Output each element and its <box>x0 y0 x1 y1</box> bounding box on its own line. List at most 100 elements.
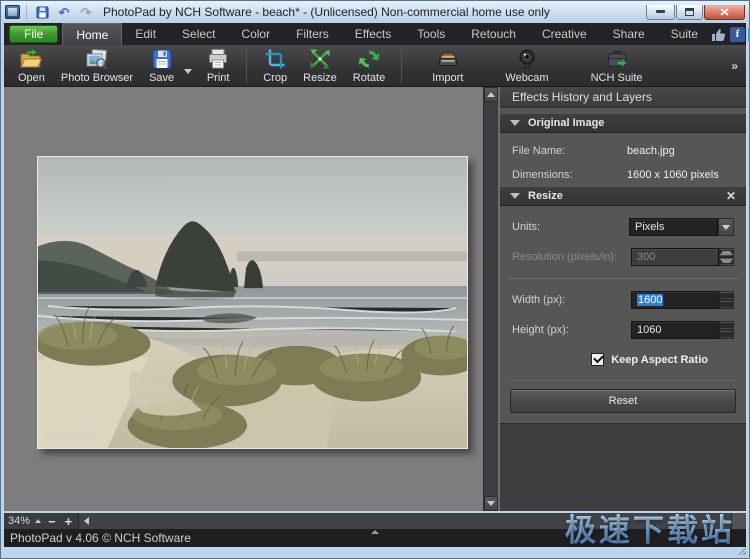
overflow-chevrons: » <box>731 59 738 73</box>
close-resize-button[interactable]: ✕ <box>726 189 736 203</box>
redo-button[interactable]: ↷ <box>77 4 95 21</box>
save-dropdown-button[interactable] <box>182 57 196 74</box>
save-floppy-icon <box>36 6 49 19</box>
tab-label: Suite <box>671 27 698 41</box>
tab-color[interactable]: Color <box>228 23 283 45</box>
toolbar-overflow-button[interactable]: » <box>731 59 740 73</box>
units-dropdown[interactable]: Pixels <box>629 218 734 236</box>
tab-effects[interactable]: Effects <box>342 23 404 45</box>
spin-up-button <box>719 248 734 257</box>
spin-up-button[interactable] <box>719 321 734 330</box>
crop-icon <box>263 47 287 71</box>
height-spinner[interactable] <box>719 321 734 339</box>
tab-home[interactable]: Home <box>62 23 122 45</box>
keep-aspect-checkbox[interactable] <box>591 353 604 366</box>
scroll-down-button[interactable] <box>484 496 498 511</box>
keep-aspect-row[interactable]: Keep Aspect Ratio <box>591 353 734 366</box>
tab-creative[interactable]: Creative <box>529 23 600 45</box>
resize-title: Resize <box>528 190 563 202</box>
undo-button[interactable]: ↶ <box>55 4 73 21</box>
height-label: Height (px): <box>512 324 627 336</box>
image-canvas[interactable] <box>4 87 483 511</box>
tab-label: Effects <box>355 27 391 41</box>
arrow-down-icon <box>720 302 733 307</box>
scroll-up-button[interactable] <box>484 87 498 102</box>
resolution-value: 300 <box>637 251 655 263</box>
panel-header: Effects History and Layers <box>500 87 746 108</box>
save-button[interactable]: Save <box>141 46 182 86</box>
height-stepper[interactable]: 1060 <box>631 321 734 339</box>
import-button[interactable]: Import <box>424 46 471 86</box>
dimensions-value: 1600 x 1060 pixels <box>627 169 719 181</box>
tab-filters[interactable]: Filters <box>283 23 342 45</box>
width-value-selected: 1600 <box>637 294 663 306</box>
original-image-title: Original Image <box>528 117 604 129</box>
resolution-stepper: 300 <box>631 248 734 266</box>
photo-browser-button[interactable]: Photo Browser <box>53 46 141 86</box>
toolbar-right-group: Import Webcam NCH Sui <box>424 46 650 86</box>
zoom-in-button[interactable]: + <box>63 515 75 528</box>
zoom-menu-icon[interactable] <box>35 519 41 523</box>
maximize-button[interactable] <box>676 5 703 20</box>
save-label: Save <box>149 72 174 84</box>
close-button[interactable] <box>704 5 745 20</box>
photo-browser-label: Photo Browser <box>61 72 133 84</box>
spin-down-button[interactable] <box>719 330 734 339</box>
collapse-triangle-icon <box>510 120 520 126</box>
open-folder-icon <box>19 47 43 71</box>
crop-button[interactable]: Crop <box>255 46 295 86</box>
tab-retouch[interactable]: Retouch <box>458 23 529 45</box>
resize-grip[interactable] <box>738 547 746 555</box>
units-dropdown-button[interactable] <box>718 218 734 236</box>
title-bar[interactable]: ↶ ↷ PhotoPad by NCH Software - beach* - … <box>1 1 749 23</box>
beach-photo-rendering <box>38 157 467 448</box>
app-icon[interactable] <box>5 5 20 19</box>
statusbar-collapse-handle[interactable] <box>371 530 379 534</box>
arrow-down-icon <box>720 259 733 264</box>
undo-icon: ↶ <box>59 6 70 19</box>
tab-share[interactable]: Share <box>600 23 658 45</box>
zoom-control: 34% − + <box>4 513 79 529</box>
open-button[interactable]: Open <box>10 46 53 86</box>
original-image-section-header[interactable]: Original Image <box>500 113 746 133</box>
site-watermark: 极速下载站 <box>565 505 735 550</box>
dimensions-label: Dimensions: <box>512 169 627 181</box>
minimize-button[interactable] <box>646 5 675 20</box>
width-stepper[interactable]: 1600 <box>631 291 734 309</box>
file-name-row: File Name: beach.jpg <box>500 145 746 157</box>
social-links: f G+ in ? <box>711 23 750 45</box>
spin-up-button[interactable] <box>719 291 734 300</box>
zoom-level-value[interactable]: 34% <box>8 515 30 527</box>
tab-tools[interactable]: Tools <box>404 23 458 45</box>
print-button[interactable]: Print <box>198 46 238 86</box>
units-field[interactable]: Pixels <box>629 218 718 236</box>
width-field[interactable]: 1600 <box>631 291 719 309</box>
rotate-button[interactable]: Rotate <box>345 46 393 86</box>
height-value: 1060 <box>637 324 661 336</box>
tab-file[interactable]: File <box>9 25 58 43</box>
webcam-label: Webcam <box>505 72 548 84</box>
height-field[interactable]: 1060 <box>631 321 719 339</box>
tab-select[interactable]: Select <box>169 23 228 45</box>
quick-save-button[interactable] <box>33 4 51 21</box>
like-thumb-icon[interactable] <box>711 27 727 42</box>
resize-button[interactable]: Resize <box>295 46 345 86</box>
tab-edit[interactable]: Edit <box>122 23 169 45</box>
resize-section-header[interactable]: Resize ✕ <box>500 186 746 206</box>
zoom-out-button[interactable]: − <box>46 515 58 528</box>
webcam-button[interactable]: Webcam <box>497 46 556 86</box>
height-row: Height (px): 1060 <box>500 321 746 339</box>
panel-empty-area <box>500 423 746 511</box>
units-row: Units: Pixels <box>500 218 746 236</box>
photo-beach[interactable] <box>37 156 468 449</box>
nch-suite-label: NCH Suite <box>591 72 643 84</box>
width-label: Width (px): <box>512 294 627 306</box>
vertical-scrollbar[interactable] <box>483 87 498 511</box>
width-spinner[interactable] <box>719 291 734 309</box>
scroll-left-button[interactable] <box>79 513 94 529</box>
facebook-icon[interactable]: f <box>730 27 745 42</box>
tab-suite[interactable]: Suite <box>658 23 711 45</box>
spin-down-button[interactable] <box>719 300 734 309</box>
nch-suite-button[interactable]: NCH Suite <box>583 46 651 86</box>
reset-button[interactable]: Reset <box>510 389 736 413</box>
